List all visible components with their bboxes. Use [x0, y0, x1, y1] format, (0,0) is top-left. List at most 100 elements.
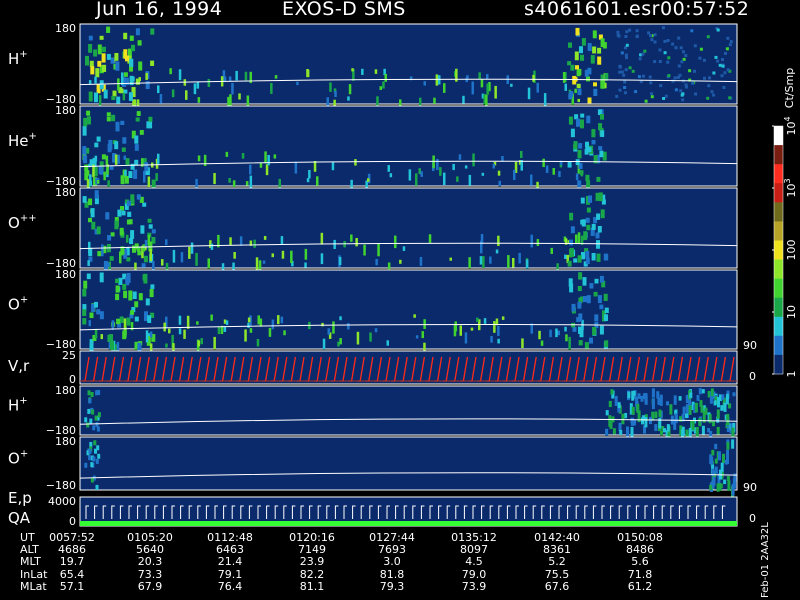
spec-cell [663, 428, 666, 433]
spec-cell [138, 293, 143, 301]
spec-cell [123, 72, 128, 77]
spec-cell [625, 43, 629, 47]
spec-cell [591, 129, 596, 138]
spec-cell [197, 155, 201, 162]
spec-cell [663, 39, 667, 43]
colorbar-tick-label: 103 [783, 178, 798, 197]
spec-cell [671, 42, 675, 46]
spec-cell [134, 144, 139, 151]
panel-h-plus-top [79, 23, 738, 111]
colorbar-swatch [774, 183, 783, 203]
spec-cell [530, 234, 533, 248]
spec-cell [320, 253, 324, 265]
spec-cell [333, 239, 336, 250]
spec-cell [653, 33, 657, 37]
panel-tick-top: 180 [55, 384, 76, 397]
spec-cell [111, 320, 115, 330]
spec-cell [140, 225, 145, 234]
colorbar-swatch [774, 354, 783, 375]
colorbar-swatch [774, 316, 783, 337]
time-axis-value: 4.5 [465, 555, 483, 568]
spec-cell [723, 479, 727, 485]
spec-cell [375, 259, 378, 266]
panel-frame [79, 269, 738, 350]
spec-cell [264, 151, 267, 164]
spec-cell [597, 226, 602, 233]
spec-cell [512, 258, 515, 268]
spec-cell [681, 92, 685, 96]
spec-cell [322, 338, 326, 350]
spec-cell [244, 71, 248, 81]
spec-cell [513, 169, 516, 181]
spec-cell [428, 234, 432, 243]
spec-cell [666, 401, 669, 406]
spec-cell [149, 249, 152, 262]
spec-cell [721, 394, 725, 401]
spec-cell [486, 83, 489, 95]
spec-cell [666, 39, 670, 42]
spec-cell [631, 391, 635, 401]
spec-cell [604, 73, 609, 80]
spec-cell [598, 192, 603, 202]
spec-cell [84, 417, 88, 423]
spec-cell [443, 172, 446, 185]
spec-cell [575, 234, 578, 244]
spec-cell [521, 338, 524, 348]
spec-cell [636, 403, 640, 413]
spec-cell [99, 35, 104, 40]
spec-cell [296, 81, 299, 86]
spec-cell [464, 332, 468, 344]
spec-cell [595, 232, 600, 239]
spec-cell [129, 238, 134, 245]
spec-cell [464, 165, 468, 169]
spec-cell [564, 254, 567, 259]
spec-cell [135, 28, 140, 36]
spec-cell [423, 81, 426, 86]
spec-cell [95, 422, 99, 428]
spec-cell [630, 417, 634, 424]
spec-cell [157, 153, 160, 164]
spec-cell [90, 392, 94, 397]
spec-cell [435, 74, 439, 86]
spec-cell [262, 260, 266, 264]
spec-cell [585, 174, 590, 181]
spec-cell [507, 255, 510, 268]
spec-cell [263, 236, 267, 240]
spec-cell [688, 399, 692, 406]
spec-cell [565, 334, 568, 342]
spec-cell [90, 66, 95, 75]
panel-h-plus-low [79, 385, 738, 442]
spec-cell [562, 72, 566, 83]
spec-cell [102, 64, 107, 72]
spec-cell [608, 400, 612, 408]
spec-cell [125, 55, 129, 62]
spec-cell [581, 38, 586, 46]
time-axis-value: 61.2 [628, 580, 653, 593]
spec-cell [415, 173, 418, 186]
time-axis-value: 67.6 [545, 580, 570, 593]
panel-frame [79, 105, 738, 187]
spec-cell [628, 66, 632, 70]
spec-cell [600, 80, 605, 89]
spec-cell [617, 34, 621, 38]
spec-cell [148, 121, 153, 129]
spec-cell [651, 398, 655, 410]
spec-cell [568, 336, 571, 350]
spec-cell [659, 84, 663, 88]
spec-cell [584, 342, 589, 349]
spec-cell [99, 272, 104, 283]
panel-label: O+ [8, 295, 28, 314]
spec-cell [625, 30, 629, 34]
spec-cell [729, 40, 733, 44]
spec-cell [117, 209, 122, 217]
spec-cell [631, 69, 635, 73]
spec-cell [592, 46, 597, 54]
spec-cell [580, 113, 585, 118]
panel-frame [79, 436, 738, 491]
spec-cell [649, 34, 652, 38]
spec-cell [628, 28, 632, 32]
spec-cell [691, 81, 695, 85]
spec-cell [532, 74, 535, 82]
spec-cell [96, 309, 101, 315]
spec-cell [86, 110, 91, 116]
